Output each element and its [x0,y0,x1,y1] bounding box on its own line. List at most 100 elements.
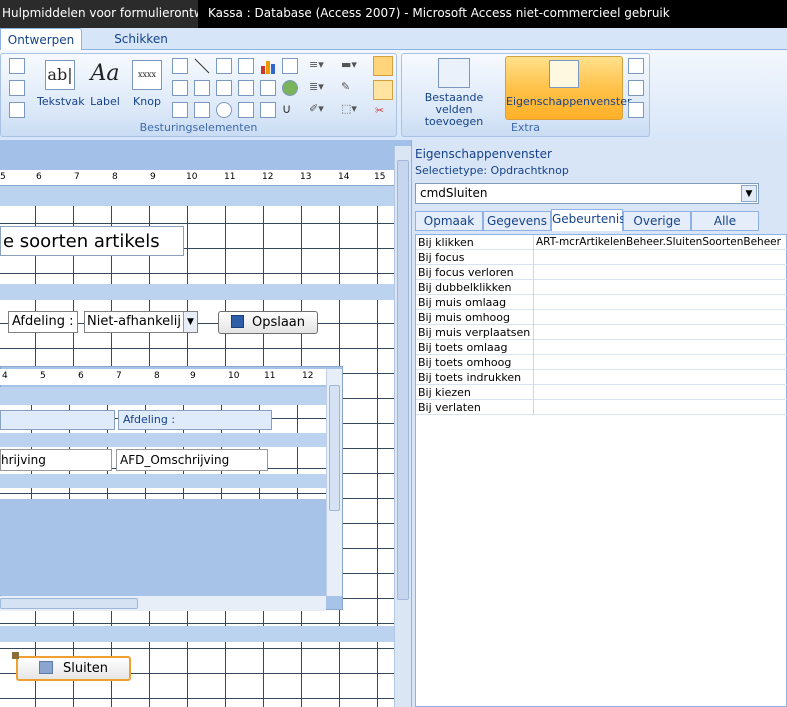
omschrijving-field[interactable]: hrijving [0,449,112,471]
knop-button[interactable]: xxxx Knop [127,60,167,108]
property-row[interactable]: Bij toets indrukken [416,370,787,385]
subform-header-band[interactable] [0,387,326,405]
line-thickness-icon[interactable]: ≣▾ [309,80,333,96]
unbound-frame-icon[interactable] [194,102,210,118]
group-label-extra: Extra [510,121,541,134]
property-row[interactable]: Bij verlaten [416,400,787,415]
subform-detail-band[interactable] [0,433,326,447]
code-icon[interactable] [9,102,25,118]
subform-icon[interactable] [260,80,276,96]
label-button[interactable]: Aa Label [85,60,125,108]
property-name: Bij muis omhoog [418,311,510,324]
scroll-thumb[interactable] [0,598,138,609]
scroll-thumb[interactable] [329,385,340,511]
button-icon: xxxx [132,60,162,90]
picture-icon[interactable] [260,102,276,118]
rectangle-icon[interactable] [194,80,210,96]
property-row[interactable]: Bij focus verloren [416,265,787,280]
select-all-icon[interactable]: ⬚▾ [341,102,365,118]
listbox-icon[interactable] [172,80,188,96]
horizontal-ruler: 5 6 7 8 9 10 11 12 13 14 15 [0,170,394,186]
subform-afdeling-label[interactable]: Afdeling : [118,410,272,430]
property-row[interactable]: Bij toets omhoog [416,355,787,370]
image-icon[interactable] [282,58,298,74]
page-break-icon[interactable] [172,102,188,118]
subform-header-label[interactable] [0,410,115,430]
opslaan-label: Opslaan [251,315,306,330]
group-extra: Bestaande velden toevoegen Eigenschappen… [401,53,650,137]
form-icon[interactable] [9,58,25,74]
afd-omschrijving-field[interactable]: AFD_Omschrijving [116,449,268,471]
globe-icon[interactable] [282,80,298,96]
line-icon[interactable] [194,58,210,74]
afdeling-combobox[interactable]: Niet-afhankelij ▼ [84,311,198,333]
section-footer-band[interactable] [0,626,394,642]
property-name: Bij toets omlaag [418,341,508,354]
tab-order-icon[interactable] [628,102,644,118]
property-row[interactable]: Bij klikken ART-mcrArtikelenBeheer.Sluite… [416,235,787,250]
report-icon[interactable] [9,80,25,96]
macro-icon[interactable] [628,80,644,96]
property-row[interactable]: Bij dubbelklikken [416,280,787,295]
property-name: Bij focus verloren [418,266,514,279]
section-header-band[interactable] [0,186,394,206]
save-icon [230,315,244,328]
tab-control-icon[interactable] [238,58,254,74]
line-color-icon[interactable]: ✐▾ [309,102,333,118]
checkbox-icon[interactable] [216,80,232,96]
opslaan-button[interactable]: Opslaan [218,311,318,334]
radio-icon[interactable] [216,102,232,118]
property-row[interactable]: Bij toets omlaag [416,340,787,355]
chevron-down-icon[interactable]: ▼ [741,185,757,202]
property-row[interactable]: Bij focus [416,250,787,265]
property-row[interactable]: Bij kiezen [416,385,787,400]
tab-opmaak[interactable]: Opmaak [415,211,483,231]
tab-ontwerpen[interactable]: Ontwerpen [0,28,82,50]
form-vertical-scrollbar[interactable] [394,146,411,707]
activex-icon[interactable]: ✂ [375,104,391,120]
tab-gebeurtenis[interactable]: Gebeurtenis [551,209,626,231]
property-row[interactable]: Bij muis omlaag [416,295,787,310]
tab-schikken[interactable]: Schikken [82,28,200,50]
subform-horizontal-scrollbar[interactable] [0,596,326,611]
code-view-icon[interactable] [628,58,644,74]
format-painter-icon[interactable]: ✎ [341,80,365,96]
select-pointer-icon[interactable] [373,56,393,76]
form-title-label[interactable]: e soorten artikels [0,226,184,256]
section-band[interactable] [0,284,394,300]
option-group-icon[interactable] [238,80,254,96]
ruler-tick: 6 [78,371,84,381]
bound-frame-icon[interactable] [238,102,254,118]
ribbon: ab| Tekstvak Aa Label xxxx Knop ∪ ≡▾ ▬▾ [0,50,787,140]
control-wizard-icon[interactable] [373,80,393,100]
chevron-down-icon[interactable]: ▼ [183,312,197,332]
sluiten-button[interactable]: Sluiten [16,656,131,681]
line-style-icon[interactable]: ≡▾ [309,58,333,74]
object-selector[interactable]: cmdSluiten ▼ [415,183,759,204]
attachment-icon[interactable]: ∪ [282,102,298,118]
ruler-tick: 14 [338,172,350,182]
chart-icon[interactable] [260,58,276,74]
tab-gegevens[interactable]: Gegevens [483,211,551,231]
property-value[interactable]: ART-mcrArtikelenBeheer.SluitenSoortenBeh… [536,236,781,248]
sluiten-label: Sluiten [62,661,109,676]
property-row[interactable]: Bij muis verplaatsen [416,325,787,340]
object-selector-value: cmdSluiten [420,186,488,200]
combobox-icon[interactable] [172,58,188,74]
subform-vertical-scrollbar[interactable] [326,369,342,596]
border-width-icon[interactable]: ▬▾ [341,58,365,74]
afdeling-label[interactable]: Afdeling : [8,311,78,333]
bestaande-velden-button[interactable]: Bestaande velden toevoegen [406,58,502,128]
ruler-tick: 10 [228,371,240,381]
toggle-icon[interactable] [216,58,232,74]
selection-handle[interactable] [12,652,19,659]
property-row[interactable]: Bij muis omhoog [416,310,787,325]
tab-alle[interactable]: Alle [691,211,759,231]
eigenschappenvenster-button[interactable]: Eigenschappenvenster [505,56,632,120]
subform-footer-band[interactable] [0,474,326,488]
subform-ruler: 4 5 6 7 8 9 10 11 12 [0,369,326,385]
tab-overige[interactable]: Overige [623,211,691,231]
property-name: Bij toets omhoog [418,356,512,369]
tekstvak-button[interactable]: ab| Tekstvak [37,60,85,108]
scroll-thumb[interactable] [397,160,409,600]
